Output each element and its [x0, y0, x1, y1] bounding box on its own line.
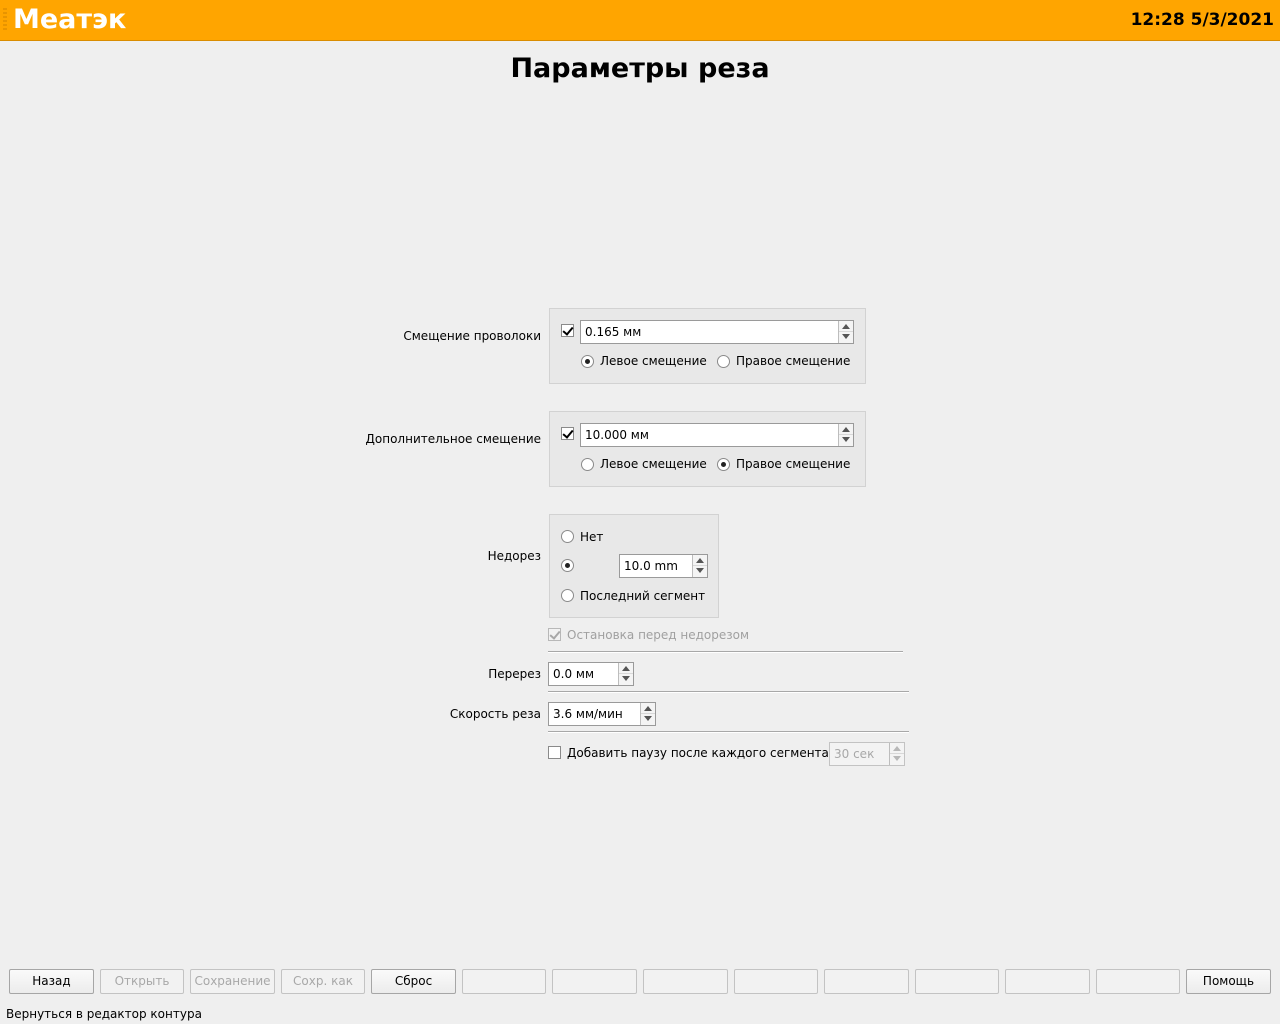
grip-handle-icon [3, 8, 7, 32]
pause-spinbox[interactable]: 30 сек [829, 742, 905, 766]
empty-button[interactable] [824, 969, 909, 994]
status-bar-text: Вернуться в редактор контура [6, 1007, 202, 1021]
undercut-last-segment-radio[interactable] [561, 589, 574, 602]
spin-up-icon[interactable] [839, 321, 853, 332]
spin-up-icon[interactable] [619, 663, 633, 674]
extra-offset-left-radio[interactable] [581, 458, 594, 471]
title-bar: Меатэк 12:28 5/3/2021 [0, 0, 1280, 41]
open-button[interactable]: Открыть [100, 969, 184, 994]
spin-up-icon[interactable] [641, 703, 655, 714]
wire-offset-right-label: Правое смещение [736, 354, 851, 368]
overcut-value: 0.0 мм [553, 667, 595, 681]
extra-offset-spinbox[interactable]: 10.000 мм [580, 423, 854, 447]
wire-offset-value: 0.165 мм [585, 325, 642, 339]
undercut-value: 10.0 mm [624, 559, 678, 573]
overcut-spinbox[interactable]: 0.0 мм [548, 662, 634, 686]
empty-button[interactable] [1005, 969, 1090, 994]
undercut-none-radio[interactable] [561, 530, 574, 543]
extra-offset-value: 10.000 мм [585, 428, 649, 442]
wire-offset-checkbox[interactable] [561, 324, 574, 337]
undercut-label: Недорез [487, 549, 541, 563]
empty-button[interactable] [462, 969, 546, 994]
spin-down-icon[interactable] [839, 332, 853, 343]
extra-offset-right-radio[interactable] [717, 458, 730, 471]
spin-down-icon[interactable] [619, 674, 633, 685]
pause-label: Добавить паузу после каждого сегмента [567, 746, 829, 760]
wire-offset-left-label: Левое смещение [600, 354, 707, 368]
wire-offset-left-radio[interactable] [581, 355, 594, 368]
undercut-none-label: Нет [580, 530, 604, 544]
separator [548, 731, 909, 733]
spin-down-icon[interactable] [890, 754, 904, 765]
separator [548, 691, 909, 693]
save-as-button[interactable]: Сохр. как [281, 969, 365, 994]
spin-up-icon[interactable] [890, 743, 904, 754]
empty-button[interactable] [552, 969, 637, 994]
cut-speed-label: Скорость реза [449, 707, 541, 721]
empty-button[interactable] [1096, 969, 1180, 994]
cut-speed-value: 3.6 мм/мин [553, 707, 623, 721]
undercut-value-radio[interactable] [561, 559, 574, 572]
help-button[interactable]: Помощь [1186, 969, 1271, 994]
extra-offset-left-label: Левое смещение [600, 457, 707, 471]
extra-offset-group: 10.000 мм Левое смещение Правое смещение [549, 411, 866, 487]
page-title: Параметры реза [510, 53, 770, 84]
spin-down-icon[interactable] [839, 435, 853, 446]
save-button[interactable]: Сохранение [190, 969, 275, 994]
spin-down-icon[interactable] [693, 566, 707, 577]
spin-up-icon[interactable] [693, 555, 707, 566]
app-title: Меатэк [13, 4, 127, 35]
extra-offset-checkbox[interactable] [561, 427, 574, 440]
extra-offset-label: Дополнительное смещение [365, 432, 541, 446]
undercut-spinbox[interactable]: 10.0 mm [619, 554, 708, 578]
empty-button[interactable] [643, 969, 728, 994]
wire-offset-label: Смещение проволоки [403, 329, 541, 343]
separator [548, 651, 903, 653]
cut-speed-spinbox[interactable]: 3.6 мм/мин [548, 702, 656, 726]
overcut-label: Перерез [488, 667, 541, 681]
wire-offset-group: 0.165 мм Левое смещение Правое смещение [549, 308, 866, 384]
pause-checkbox[interactable] [548, 746, 561, 759]
spin-up-icon[interactable] [839, 424, 853, 435]
extra-offset-right-label: Правое смещение [736, 457, 851, 471]
clock: 12:28 5/3/2021 [1130, 10, 1274, 30]
wire-offset-right-radio[interactable] [717, 355, 730, 368]
spin-down-icon[interactable] [641, 714, 655, 725]
undercut-last-segment-label: Последний сегмент [580, 589, 706, 603]
stop-before-undercut-checkbox[interactable] [548, 628, 561, 641]
back-button[interactable]: Назад [9, 969, 94, 994]
wire-offset-spinbox[interactable]: 0.165 мм [580, 320, 854, 344]
empty-button[interactable] [915, 969, 999, 994]
reset-button[interactable]: Сброс [371, 969, 456, 994]
empty-button[interactable] [734, 969, 818, 994]
stop-before-undercut-label: Остановка перед недорезом [567, 628, 750, 642]
pause-value: 30 сек [834, 747, 875, 761]
undercut-group: Нет 10.0 mm Последний сегмент [549, 514, 719, 618]
